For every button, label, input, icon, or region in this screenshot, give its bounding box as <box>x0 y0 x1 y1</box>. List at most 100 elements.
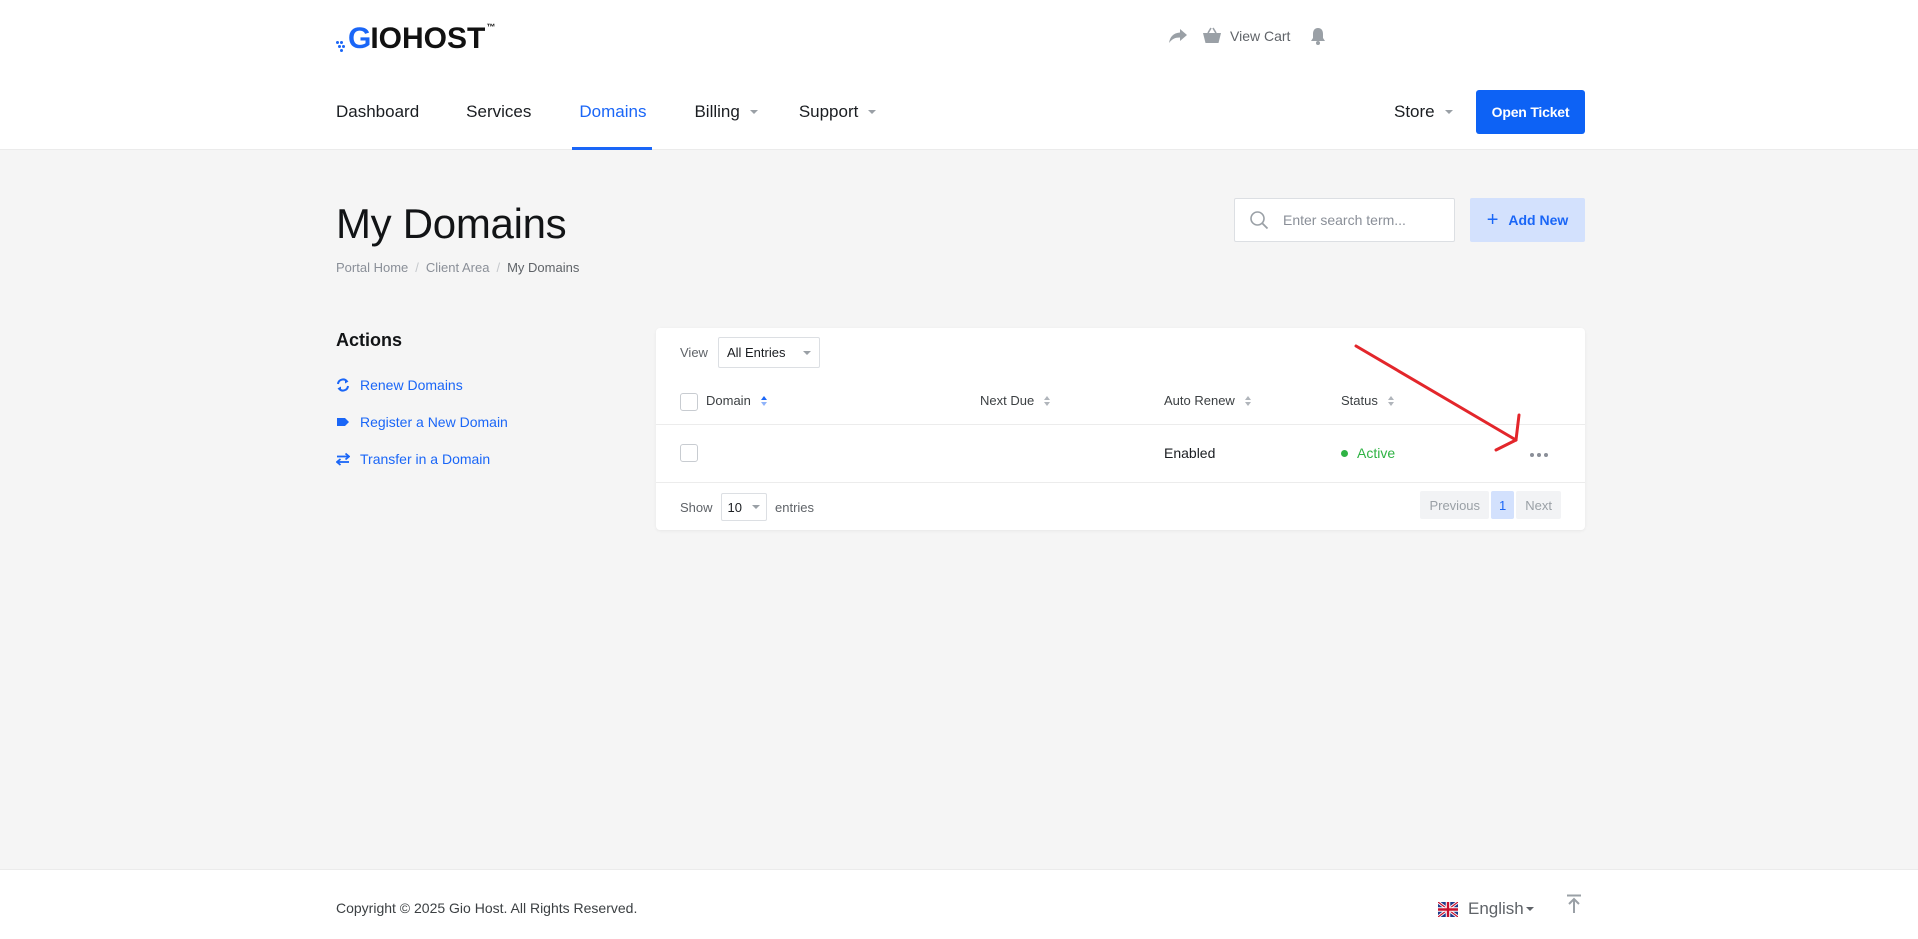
main-nav: Dashboard Services Domains Billing Suppo… <box>336 90 877 150</box>
sort-icon <box>1244 395 1251 406</box>
site-header: G IOHOST ™ View Cart Dashboard Services … <box>0 0 1918 150</box>
search-box <box>1234 198 1455 242</box>
copyright-text: Copyright © 2025 Gio Host. All Rights Re… <box>336 900 638 916</box>
open-ticket-button[interactable]: Open Ticket <box>1476 90 1585 134</box>
page-size-control: Show 10 entries <box>680 493 814 521</box>
breadcrumb-separator: / <box>415 260 419 275</box>
breadcrumb-separator: / <box>496 260 501 275</box>
view-filter: View All Entries <box>680 337 821 368</box>
nav-store-label: Store <box>1394 102 1435 121</box>
previous-page-button[interactable]: Previous <box>1420 491 1490 519</box>
renew-domains-label: Renew Domains <box>360 377 463 393</box>
back-to-top-icon[interactable] <box>1566 894 1582 914</box>
breadcrumb-portal-home[interactable]: Portal Home <box>336 260 408 275</box>
column-header-auto-renew-label: Auto Renew <box>1164 393 1235 408</box>
column-header-domain[interactable]: Domain <box>706 393 767 408</box>
logo-dots <box>336 40 346 54</box>
nav-domains-label: Domains <box>579 102 647 121</box>
breadcrumb-current: My Domains <box>507 260 580 275</box>
row-divider <box>656 482 1585 483</box>
nav-support-label: Support <box>798 102 859 121</box>
view-cart-link[interactable]: View Cart <box>1202 27 1290 45</box>
logo-g: G <box>348 22 371 55</box>
nav-store[interactable]: Store <box>1394 102 1453 122</box>
nav-services[interactable]: Services <box>466 90 531 134</box>
view-select-value: All Entries <box>726 345 786 360</box>
register-domain-label: Register a New Domain <box>360 414 508 430</box>
transfer-icon <box>336 452 350 466</box>
bell-icon <box>1311 28 1326 45</box>
site-footer: Copyright © 2025 Gio Host. All Rights Re… <box>0 869 1918 939</box>
nav-support[interactable]: Support <box>799 90 877 134</box>
nav-dashboard[interactable]: Dashboard <box>336 90 419 134</box>
chevron-down-icon <box>803 350 812 355</box>
add-new-label: Add New <box>1508 212 1569 228</box>
nav-domains[interactable]: Domains <box>572 90 653 150</box>
logo-trademark: ™ <box>486 22 496 32</box>
logo-text: IOHOST <box>370 22 486 55</box>
transfer-domain-link[interactable]: Transfer in a Domain <box>336 451 490 467</box>
next-page-button[interactable]: Next <box>1516 491 1561 519</box>
page-size-value: 10 <box>727 499 742 515</box>
column-header-next-due-label: Next Due <box>980 393 1035 408</box>
more-options-button[interactable] <box>1530 453 1548 457</box>
chevron-down-icon <box>868 110 877 114</box>
column-header-status[interactable]: Status <box>1341 393 1394 408</box>
page-title: My Domains <box>336 200 567 247</box>
select-all-checkbox[interactable] <box>680 393 698 411</box>
search-input[interactable] <box>1283 212 1443 228</box>
transfer-domain-label: Transfer in a Domain <box>360 451 491 467</box>
chevron-down-icon <box>752 505 760 509</box>
page-size-select[interactable]: 10 <box>720 493 767 521</box>
renew-icon <box>337 378 349 392</box>
actions-title: Actions <box>336 330 403 350</box>
page-1-button[interactable]: 1 <box>1491 491 1515 519</box>
status-dot <box>1341 449 1348 457</box>
language-selector[interactable]: English <box>1438 899 1534 919</box>
top-tools: View Cart <box>1168 24 1326 48</box>
tag-icon <box>337 418 349 426</box>
column-header-domain-label: Domain <box>706 393 751 408</box>
nav-services-label: Services <box>466 102 532 121</box>
status-badge: Active <box>1341 445 1395 461</box>
chevron-down-icon <box>1444 110 1453 114</box>
gio-host-logo[interactable]: G IOHOST ™ <box>336 22 495 54</box>
show-label: Show <box>680 499 713 515</box>
breadcrumb-client-area[interactable]: Client Area <box>426 260 490 275</box>
nav-billing-label: Billing <box>694 102 740 121</box>
status-label: Active <box>1357 445 1396 461</box>
view-select[interactable]: All Entries <box>717 337 821 368</box>
add-new-button[interactable]: + Add New <box>1470 198 1585 242</box>
notifications-button[interactable] <box>1310 27 1326 45</box>
nav-dashboard-label: Dashboard <box>336 102 420 121</box>
view-cart-label: View Cart <box>1230 28 1291 44</box>
pagination: Previous 1 Next <box>1418 491 1561 519</box>
share-button[interactable] <box>1168 28 1188 44</box>
row-checkbox[interactable] <box>680 444 698 462</box>
header-divider <box>656 424 1585 425</box>
column-header-status-label: Status <box>1341 393 1378 408</box>
share-icon <box>1169 29 1187 43</box>
language-label: English <box>1468 899 1524 918</box>
breadcrumb: Portal Home / Client Area / My Domains <box>336 260 579 275</box>
sort-icon <box>760 395 767 406</box>
view-label: View <box>680 345 708 360</box>
chevron-down-icon <box>749 110 758 114</box>
basket-icon <box>1203 27 1221 43</box>
register-domain-link[interactable]: Register a New Domain <box>336 414 508 430</box>
sort-icon <box>1387 395 1394 406</box>
renew-domains-link[interactable]: Renew Domains <box>336 377 463 393</box>
column-header-next-due[interactable]: Next Due <box>980 393 1051 408</box>
plus-icon: + <box>1486 209 1499 231</box>
nav-billing[interactable]: Billing <box>694 90 758 134</box>
column-header-auto-renew[interactable]: Auto Renew <box>1164 393 1251 408</box>
uk-flag-icon <box>1438 901 1458 917</box>
sort-icon <box>1044 395 1051 406</box>
select-all-header <box>680 393 698 411</box>
domains-table-card: View All Entries Domain Next Due Auto Re… <box>656 328 1585 530</box>
chevron-down-icon <box>1525 907 1534 911</box>
entries-label: entries <box>775 499 815 515</box>
row-checkbox-cell <box>680 444 698 462</box>
row-auto-renew: Enabled <box>1164 445 1216 461</box>
search-icon <box>1250 211 1269 230</box>
